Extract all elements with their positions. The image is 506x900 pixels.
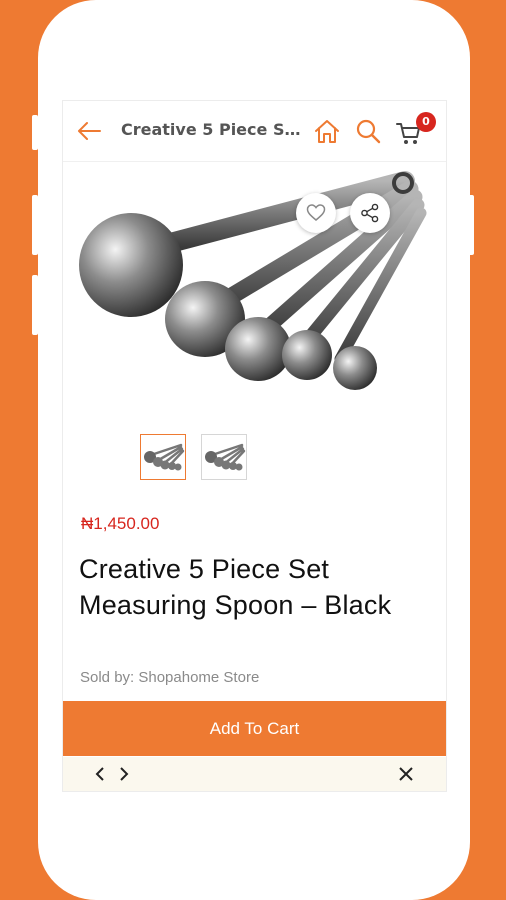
chevron-left-icon[interactable] [91, 765, 109, 783]
back-arrow-icon[interactable] [75, 119, 103, 143]
product-price: ₦1,450.00 [81, 514, 160, 533]
thumbnail-image [205, 443, 246, 471]
search-icon[interactable] [354, 117, 382, 145]
product-name: Creative 5 Piece Set Measuring Spoon – B… [79, 554, 392, 620]
app-screen: Creative 5 Piece Set Measuring Spoon – B… [62, 100, 447, 792]
ad-banner-bar [63, 757, 446, 791]
phone-side-button [468, 195, 474, 255]
share-icon [361, 203, 379, 223]
thumbnail-1[interactable] [140, 434, 186, 480]
phone-side-button [32, 195, 38, 255]
phone-side-button [32, 275, 38, 335]
chevron-right-icon[interactable] [115, 765, 133, 783]
add-to-cart-button[interactable]: Add To Cart [63, 701, 446, 756]
page-title: Creative 5 Piece Set Measuring Spoon – B… [121, 120, 301, 139]
close-icon[interactable] [397, 765, 415, 783]
wishlist-button[interactable] [296, 193, 336, 233]
phone-side-button [32, 115, 38, 150]
thumbnail-image [144, 443, 185, 471]
top-app-bar: Creative 5 Piece Set Measuring Spoon – B… [63, 101, 446, 162]
seller-info: Sold by: Shopahome Store [80, 669, 260, 686]
share-button[interactable] [350, 193, 390, 233]
cart-count-badge: 0 [416, 112, 436, 132]
home-icon[interactable] [313, 117, 341, 145]
product-image[interactable] [75, 159, 435, 399]
heart-icon [306, 204, 326, 221]
thumbnail-2[interactable] [201, 434, 247, 480]
